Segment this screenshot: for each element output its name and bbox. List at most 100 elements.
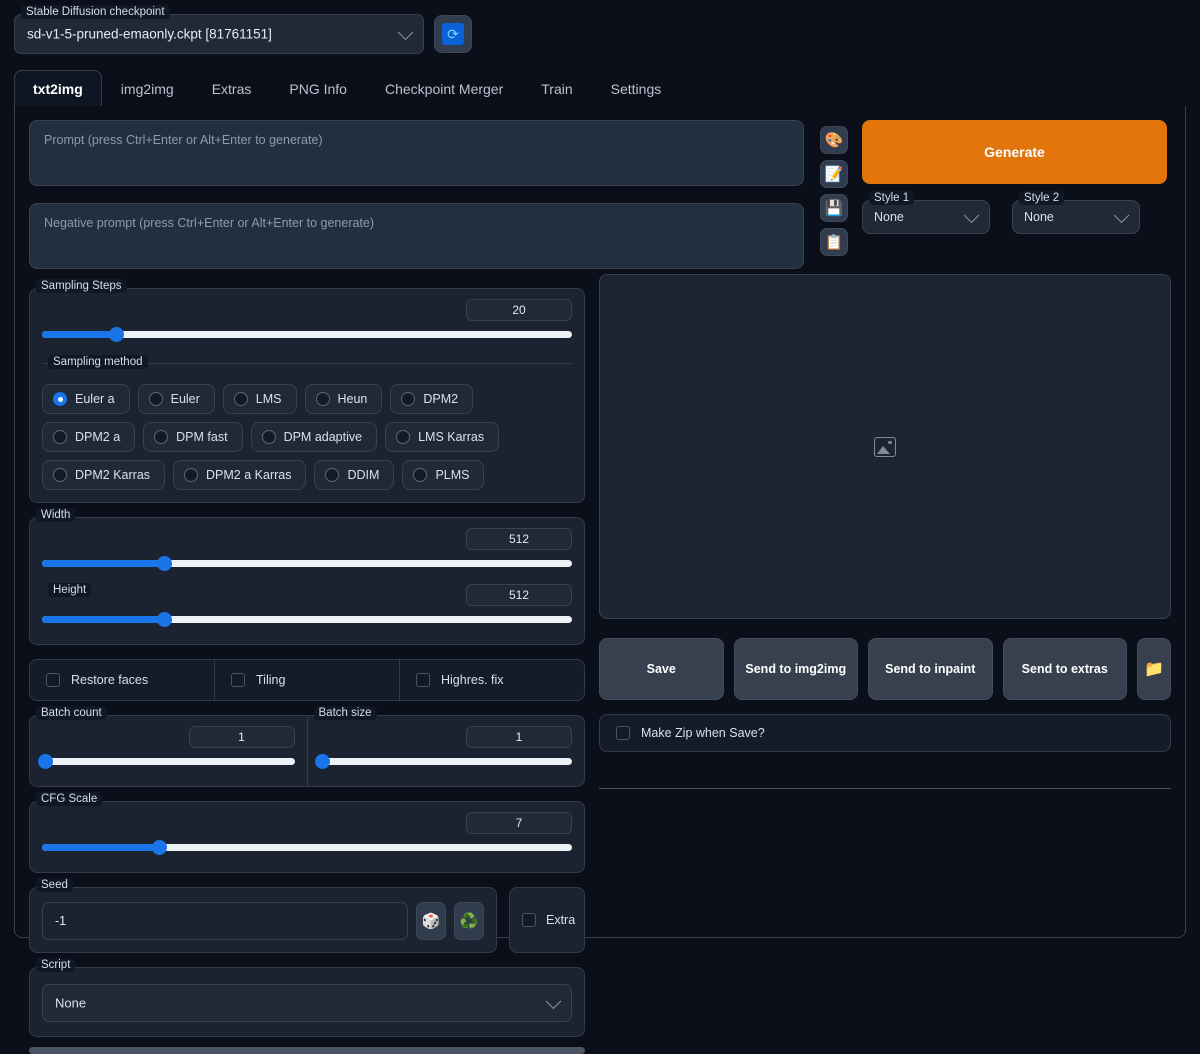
clipboard-icon-button[interactable]: 📋	[820, 228, 848, 256]
width-value[interactable]: 512	[466, 528, 572, 550]
slider-thumb[interactable]	[152, 840, 167, 855]
batch-size-value[interactable]: 1	[466, 726, 572, 748]
edit-pen-icon-button[interactable]: 📝	[820, 160, 848, 188]
refresh-checkpoints-button[interactable]: ⟳	[434, 15, 472, 53]
save-button[interactable]: Save	[599, 638, 724, 700]
refresh-icon: ⟳	[442, 23, 464, 45]
output-gallery[interactable]	[599, 274, 1171, 619]
seed-row: Seed 🎲 ♻️ Extra	[29, 887, 585, 953]
tab-extras[interactable]: Extras	[193, 70, 271, 106]
slider-track[interactable]	[42, 844, 572, 851]
height-slider[interactable]: 512	[42, 590, 572, 632]
style2-dropdown[interactable]: Style 2 None	[1012, 200, 1140, 234]
open-folder-button[interactable]: 📁	[1137, 638, 1171, 700]
tiling-checkbox[interactable]: Tiling	[214, 660, 399, 700]
floppy-save-icon-button[interactable]: 💾	[820, 194, 848, 222]
cfg-scale-slider[interactable]: 7	[42, 818, 572, 860]
sampling-method-label: Sampling method	[48, 355, 148, 369]
extra-label: Extra	[546, 913, 575, 927]
tab-txt2img[interactable]: txt2img	[14, 70, 102, 106]
style-selectors: Style 1 None Style 2 None	[862, 200, 1167, 234]
slider-thumb[interactable]	[315, 754, 330, 769]
radio-label: DPM2 a	[75, 430, 120, 444]
slider-thumb[interactable]	[157, 612, 172, 627]
radio-heun[interactable]: Heun	[305, 384, 383, 414]
tab-train[interactable]: Train	[522, 70, 591, 106]
height-value[interactable]: 512	[466, 584, 572, 606]
sampling-method-group: Sampling method Euler a Euler LMS Heun D…	[42, 363, 572, 490]
radio-dpm2-a-karras[interactable]: DPM2 a Karras	[173, 460, 306, 490]
radio-dpm2-a[interactable]: DPM2 a	[42, 422, 135, 452]
sampling-steps-slider[interactable]: 20	[42, 305, 572, 347]
tab-png-info[interactable]: PNG Info	[270, 70, 366, 106]
seed-input[interactable]	[42, 902, 408, 940]
seed-panel: Seed 🎲 ♻️	[29, 887, 497, 953]
radio-dot	[396, 430, 410, 444]
extra-checkbox[interactable]: Extra	[509, 887, 585, 953]
radio-dpm-adaptive[interactable]: DPM adaptive	[251, 422, 378, 452]
script-panel: Script None	[29, 967, 585, 1037]
sampling-steps-value[interactable]: 20	[466, 299, 572, 321]
slider-track[interactable]	[320, 758, 573, 765]
batch-size-slider[interactable]: 1	[320, 732, 573, 774]
highres-fix-checkbox[interactable]: Highres. fix	[399, 660, 584, 700]
batch-count-slider[interactable]: 1	[42, 732, 295, 774]
script-dropdown[interactable]: None	[42, 984, 572, 1022]
prompt-area: 🎨 📝 💾 📋 Generate Style 1 None Style 2 No…	[15, 120, 1185, 274]
slider-track[interactable]	[42, 331, 572, 338]
tab-label: Extras	[212, 81, 252, 97]
checkbox-box	[231, 673, 245, 687]
radio-label: Heun	[338, 392, 368, 406]
seed-label: Seed	[36, 878, 73, 892]
slider-track[interactable]	[42, 560, 572, 567]
generate-button[interactable]: Generate	[862, 120, 1167, 184]
slider-track[interactable]	[42, 616, 572, 623]
radio-dot	[149, 392, 163, 406]
radio-lms-karras[interactable]: LMS Karras	[385, 422, 499, 452]
radio-ddim[interactable]: DDIM	[314, 460, 394, 490]
radio-dpm2[interactable]: DPM2	[390, 384, 473, 414]
slider-thumb[interactable]	[109, 327, 124, 342]
cfg-scale-value[interactable]: 7	[466, 812, 572, 834]
radio-lms[interactable]: LMS	[223, 384, 297, 414]
make-zip-label: Make Zip when Save?	[641, 726, 765, 740]
radio-euler-a[interactable]: Euler a	[42, 384, 130, 414]
radio-plms[interactable]: PLMS	[402, 460, 484, 490]
palette-icon-button[interactable]: 🎨	[820, 126, 848, 154]
reuse-seed-button[interactable]: ♻️	[454, 902, 484, 940]
prompt-tool-buttons: 🎨 📝 💾 📋	[820, 120, 848, 274]
radio-dpm2-karras[interactable]: DPM2 Karras	[42, 460, 165, 490]
palette-icon: 🎨	[825, 133, 844, 148]
tab-label: img2img	[121, 81, 174, 97]
radio-euler[interactable]: Euler	[138, 384, 215, 414]
slider-thumb[interactable]	[157, 556, 172, 571]
checkbox-label: Restore faces	[71, 673, 148, 687]
make-zip-checkbox[interactable]: Make Zip when Save?	[599, 714, 1171, 752]
send-to-extras-button[interactable]: Send to extras	[1003, 638, 1128, 700]
slider-fill	[42, 616, 164, 623]
tab-checkpoint-merger[interactable]: Checkpoint Merger	[366, 70, 522, 106]
width-slider[interactable]: 512	[42, 534, 572, 576]
restore-faces-checkbox[interactable]: Restore faces	[30, 660, 214, 700]
negative-prompt-input[interactable]	[29, 203, 804, 269]
batch-count-value[interactable]: 1	[189, 726, 295, 748]
edit-pen-icon: 📝	[825, 167, 844, 182]
radio-label: PLMS	[435, 468, 469, 482]
settings-column: Sampling Steps 20 Sampling method Euler …	[29, 274, 585, 1054]
checkbox-label: Tiling	[256, 673, 285, 687]
tab-settings[interactable]: Settings	[592, 70, 681, 106]
radio-dpm-fast[interactable]: DPM fast	[143, 422, 242, 452]
radio-label: LMS	[256, 392, 282, 406]
checkpoint-dropdown[interactable]: Stable Diffusion checkpoint sd-v1-5-prun…	[14, 14, 424, 54]
prompt-input[interactable]	[29, 120, 804, 186]
slider-thumb[interactable]	[38, 754, 53, 769]
tab-img2img[interactable]: img2img	[102, 70, 193, 106]
random-seed-button[interactable]: 🎲	[416, 902, 446, 940]
style1-dropdown[interactable]: Style 1 None	[862, 200, 990, 234]
output-actions: Save Send to img2img Send to inpaint Sen…	[599, 638, 1171, 700]
slider-track[interactable]	[42, 758, 295, 765]
send-to-inpaint-button[interactable]: Send to inpaint	[868, 638, 993, 700]
horizontal-scrollbar[interactable]	[29, 1047, 585, 1054]
radio-dot	[53, 430, 67, 444]
send-to-img2img-button[interactable]: Send to img2img	[734, 638, 859, 700]
